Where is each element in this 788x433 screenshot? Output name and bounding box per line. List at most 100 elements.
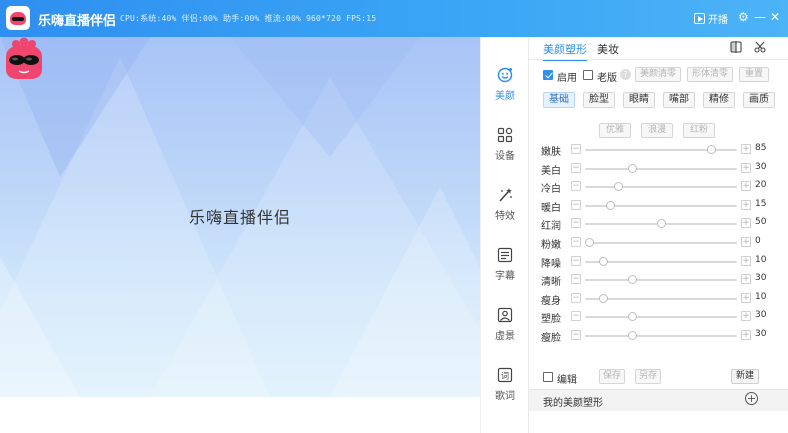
sidebar-item-virtual-scene[interactable]: 虚景 [481,307,529,353]
enable-checkbox[interactable] [543,70,553,80]
slider-increment-button[interactable]: + [741,181,751,192]
tab-makeup[interactable]: 美妆 [597,41,619,61]
slider-increment-button[interactable]: + [741,311,751,322]
reset-shape-button[interactable]: 形体清零 [687,67,733,82]
slider-decrement-button[interactable]: − [571,162,581,173]
sidebar-item-effects[interactable]: 特效 [481,187,529,233]
category-face-shape[interactable]: 脸型 [583,92,615,108]
slider-increment-button[interactable]: + [741,218,751,229]
slider-increment-button[interactable]: + [741,330,751,340]
sidebar-item-label: 美颜 [495,91,515,102]
go-live-button[interactable]: 开播 [694,11,728,26]
beauty-face-icon [497,67,513,83]
slider-track[interactable] [585,242,737,244]
reset-button[interactable]: 重置 [739,67,769,82]
slider-thumb[interactable] [585,238,594,247]
tab-beauty-shaping[interactable]: 美颜塑形 [543,41,587,61]
slider-thumb[interactable] [627,275,637,285]
style-preset-row: 优雅 浪漫 红粉 [599,123,749,139]
add-preset-icon[interactable]: + [745,392,758,405]
slider-row: 暖白 − +15 [541,199,779,214]
save-as-button[interactable]: 另存 [635,369,661,384]
close-icon[interactable]: ✕ [770,10,780,24]
category-refine[interactable]: 精修 [703,92,735,108]
slider-track[interactable] [585,316,737,319]
slider-increment-button[interactable]: + [741,292,751,303]
slider-increment-button[interactable]: + [741,199,751,210]
category-row: 基础 脸型 眼睛 嘴部 精修 画质 [543,92,783,108]
app-title: 乐嗨直播伴侣 [38,14,117,29]
slider-track[interactable] [585,167,737,170]
slider-decrement-button[interactable]: − [571,292,581,303]
slider-increment-button[interactable]: + [741,162,751,173]
save-button[interactable]: 保存 [599,369,625,384]
slider-thumb[interactable] [599,293,609,303]
slider-thumb[interactable] [627,331,637,340]
sidebar-item-lyrics[interactable]: 词 歌词 [481,367,529,413]
slider-label: 冷白 [541,184,561,196]
slider-decrement-button[interactable]: − [571,199,581,210]
new-preset-button[interactable]: 新建 [731,369,759,384]
device-grid-icon [497,127,513,143]
slider-thumb[interactable] [606,200,616,210]
slider-increment-button[interactable]: + [741,237,751,247]
slider-value: 50 [755,217,767,228]
my-preset-bar: 我的美颜塑形 + [529,389,788,411]
slider-thumb[interactable] [627,163,637,173]
slider-decrement-button[interactable]: − [571,330,581,340]
category-mouth[interactable]: 嘴部 [663,92,695,108]
edit-checkbox[interactable] [543,372,553,382]
sidebar-item-beauty[interactable]: 美颜 [481,67,529,113]
slider-value: 10 [755,254,767,265]
minimize-icon[interactable]: — [754,10,766,24]
reset-beauty-button[interactable]: 美颜清零 [635,67,681,82]
slider-label: 美白 [541,165,561,177]
slider-decrement-button[interactable]: − [571,311,581,322]
enable-row: 启用 老版 ? 美颜清零 形体清零 重置 [543,67,783,84]
compare-icon[interactable] [730,41,742,53]
slider-thumb[interactable] [627,312,637,322]
sidebar-item-label: 虚景 [495,331,515,342]
panel-tab-icons [730,41,766,53]
sidebar-item-label: 设备 [495,151,515,162]
question-icon[interactable]: ? [620,69,631,80]
slider-value: 30 [755,310,767,321]
slider-track[interactable] [585,186,737,189]
slider-label: 红润 [541,221,561,233]
gear-icon[interactable]: ⚙ [738,10,749,24]
slider-label: 清晰 [541,277,561,289]
old-version-checkbox[interactable] [583,70,593,80]
slider-decrement-button[interactable]: − [571,144,581,154]
slider-track[interactable] [585,279,737,282]
slider-decrement-button[interactable]: − [571,181,581,192]
sidebar-item-subtitle[interactable]: 字幕 [481,247,529,293]
sidebar-item-device[interactable]: 设备 [481,127,529,173]
slider-increment-button[interactable]: + [741,274,751,285]
slider-value: 10 [755,291,767,302]
slider-increment-button[interactable]: + [741,144,751,154]
beauty-panel: 美颜塑形 美妆 启用 老版 ? 美颜清零 形体清零 重置 基础 脸型 眼睛 嘴部… [528,37,788,433]
slider-track[interactable] [585,335,737,337]
scissors-icon[interactable] [754,41,766,53]
slider-thumb[interactable] [656,219,666,229]
slider-row: 嫩肤 − +85 [541,143,779,158]
slider-decrement-button[interactable]: − [571,237,581,247]
category-basic[interactable]: 基础 [543,92,575,108]
slider-thumb[interactable] [706,145,716,154]
category-eyes[interactable]: 眼睛 [623,92,655,108]
slider-row: 清晰 − +30 [541,273,779,289]
slider-thumb[interactable] [599,256,609,266]
style-elegant-button[interactable]: 优雅 [599,123,631,138]
style-pink-button[interactable]: 红粉 [683,123,715,138]
slider-thumb[interactable] [613,182,623,192]
slider-value: 30 [755,161,767,172]
slider-row: 粉嫩 − +0 [541,236,779,251]
slider-increment-button[interactable]: + [741,255,751,266]
status-readout: CPU:系统:40% 伴侣:00% 助手:00% 推流:00% 960*720 … [120,14,377,23]
panel-divider [529,59,788,60]
slider-decrement-button[interactable]: − [571,218,581,229]
slider-decrement-button[interactable]: − [571,274,581,285]
style-romantic-button[interactable]: 浪漫 [641,123,673,138]
slider-decrement-button[interactable]: − [571,255,581,266]
category-quality[interactable]: 画质 [743,92,775,108]
